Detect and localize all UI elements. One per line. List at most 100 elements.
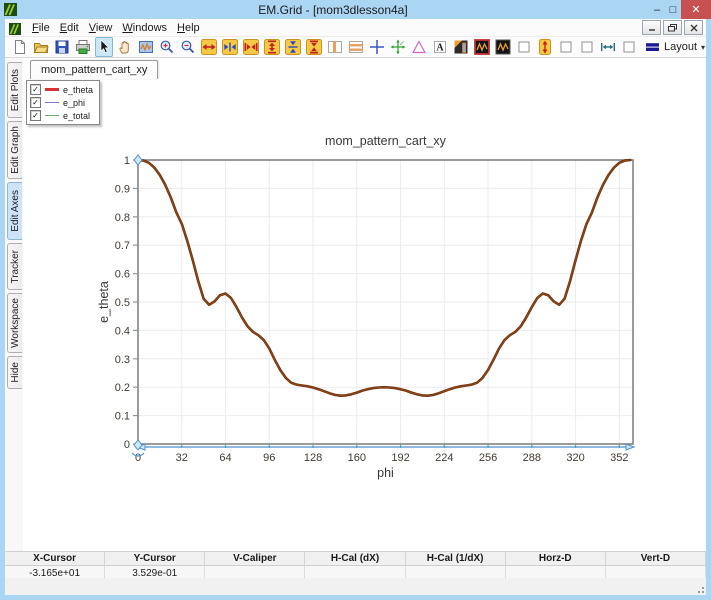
shrink-y-axis-button[interactable]	[284, 37, 302, 57]
color-picker-button[interactable]	[452, 37, 470, 57]
svg-text:0: 0	[135, 452, 141, 464]
svg-text:64: 64	[219, 452, 231, 464]
legend-checkbox-e-total[interactable]: ✓	[30, 110, 41, 121]
svg-text:256: 256	[479, 452, 497, 464]
svg-text:320: 320	[566, 452, 584, 464]
resize-grip[interactable]	[694, 583, 704, 593]
sidebar-tab-tracker[interactable]: Tracker	[7, 243, 22, 290]
window-footer	[5, 578, 706, 595]
svg-text:A: A	[436, 43, 444, 54]
menu-edit[interactable]: Edit	[55, 21, 84, 35]
text-annotation-button[interactable]: A	[431, 37, 449, 57]
menu-windows[interactable]: Windows	[117, 21, 172, 35]
status-col-header: H-Cal (1/dX)	[406, 552, 506, 566]
sidebar-tab-edit-graph[interactable]: Edit Graph	[7, 121, 22, 179]
document-tab[interactable]: mom_pattern_cart_xy	[30, 60, 158, 79]
expand-x-axis-button[interactable]	[200, 37, 218, 57]
new-file-button[interactable]	[11, 37, 29, 57]
dropdown-caret-icon: ▾	[701, 43, 705, 52]
svg-text:0.2: 0.2	[115, 382, 130, 394]
svg-text:224: 224	[435, 452, 453, 464]
legend-line-sample	[45, 88, 59, 91]
crosshair-button[interactable]	[368, 37, 386, 57]
svg-text:288: 288	[523, 452, 541, 464]
sidebar-tab-edit-axes[interactable]: Edit Axes	[7, 182, 22, 240]
plot-panel: mom_pattern_cart_xy ✓ e_theta ✓ e_phi ✓ …	[23, 58, 706, 551]
v-caliper-right-checkbox[interactable]	[557, 37, 575, 57]
expand-y-axis-button[interactable]	[263, 37, 281, 57]
h-caliper-right-checkbox[interactable]	[620, 37, 638, 57]
zoom-out-button[interactable]	[179, 37, 197, 57]
minimize-button[interactable]: –	[649, 0, 665, 19]
status-col-header: Y-Cursor	[105, 552, 205, 566]
svg-text:0.5: 0.5	[115, 297, 130, 309]
sidebar-tab-workspace[interactable]: Workspace	[7, 293, 22, 353]
caliper-triangle-button[interactable]	[410, 37, 428, 57]
svg-text:0.1: 0.1	[115, 411, 130, 423]
status-col-header: Vert-D	[606, 552, 706, 566]
v-caliper-icon[interactable]	[536, 37, 554, 57]
titlebar: EM.Grid - [mom3dlesson4a] – □ ✕	[0, 0, 711, 19]
menu-help[interactable]: Help	[172, 21, 205, 35]
mdi-restore-button[interactable]	[663, 20, 682, 35]
status-col-header: X-Cursor	[5, 552, 105, 566]
pan-tool-button[interactable]	[116, 37, 134, 57]
maximize-button[interactable]: □	[665, 0, 681, 19]
svg-text:mom_pattern_cart_xy: mom_pattern_cart_xy	[325, 134, 447, 148]
fit-x-axis-button[interactable]	[242, 37, 260, 57]
split-horizontal-button[interactable]	[347, 37, 365, 57]
legend-line-sample	[45, 102, 59, 104]
legend-checkbox-e-theta[interactable]: ✓	[30, 84, 41, 95]
svg-text:128: 128	[304, 452, 322, 464]
svg-text:1: 1	[124, 155, 130, 167]
mdi-window-controls	[642, 20, 703, 35]
document-logo-icon	[9, 22, 21, 34]
svg-text:96: 96	[263, 452, 275, 464]
trace-style-selected-button[interactable]	[473, 37, 491, 57]
h-caliper-left-checkbox[interactable]	[578, 37, 596, 57]
save-button[interactable]	[53, 37, 71, 57]
svg-text:0.7: 0.7	[115, 240, 130, 252]
layout-icon	[645, 39, 660, 55]
legend-label: e_theta	[63, 85, 93, 95]
svg-text:32: 32	[176, 452, 188, 464]
open-file-button[interactable]	[32, 37, 50, 57]
layout-dropdown-button[interactable]: Layout ▾	[641, 38, 709, 56]
print-button[interactable]	[74, 37, 92, 57]
plot-legend: ✓ e_theta ✓ e_phi ✓ e_total	[26, 80, 100, 125]
sidebar-tab-hide[interactable]: Hide	[7, 356, 22, 389]
legend-checkbox-e-phi[interactable]: ✓	[30, 97, 41, 108]
svg-text:192: 192	[391, 452, 409, 464]
fit-y-axis-button[interactable]	[305, 37, 323, 57]
svg-text:0.3: 0.3	[115, 354, 130, 366]
status-col-header: Horz-D	[506, 552, 606, 566]
legend-row: ✓ e_theta	[30, 83, 93, 96]
legend-label: e_total	[63, 111, 90, 121]
zoom-in-button[interactable]	[158, 37, 176, 57]
zoom-region-tool-button[interactable]	[137, 37, 155, 57]
svg-text:0: 0	[124, 439, 130, 451]
menubar: File Edit View Windows Help	[5, 19, 706, 36]
h-caliper-icon[interactable]	[599, 37, 617, 57]
status-col-header: V-Caliper	[205, 552, 305, 566]
split-vertical-button[interactable]	[326, 37, 344, 57]
tracker-axes-button[interactable]	[389, 37, 407, 57]
svg-text:0.9: 0.9	[115, 183, 130, 195]
menu-view[interactable]: View	[84, 21, 118, 35]
legend-label: e_phi	[63, 98, 85, 108]
close-button[interactable]: ✕	[681, 0, 711, 19]
plot-canvas[interactable]: 032649612816019222425628832035200.10.20.…	[95, 130, 655, 482]
v-caliper-left-checkbox[interactable]	[515, 37, 533, 57]
svg-text:phi: phi	[377, 466, 394, 480]
shrink-x-axis-button[interactable]	[221, 37, 239, 57]
legend-row: ✓ e_total	[30, 109, 93, 122]
sidebar-tab-edit-plots[interactable]: Edit Plots	[7, 62, 22, 118]
sidebar: Edit Plots Edit Graph Edit Axes Tracker …	[5, 58, 23, 551]
menu-file[interactable]: File	[27, 21, 55, 35]
legend-line-sample	[45, 115, 59, 117]
pointer-tool-button[interactable]	[95, 37, 113, 57]
mdi-minimize-button[interactable]	[642, 20, 661, 35]
trace-style-button[interactable]	[494, 37, 512, 57]
mdi-close-button[interactable]	[684, 20, 703, 35]
window-title: EM.Grid - [mom3dlesson4a]	[17, 3, 649, 17]
